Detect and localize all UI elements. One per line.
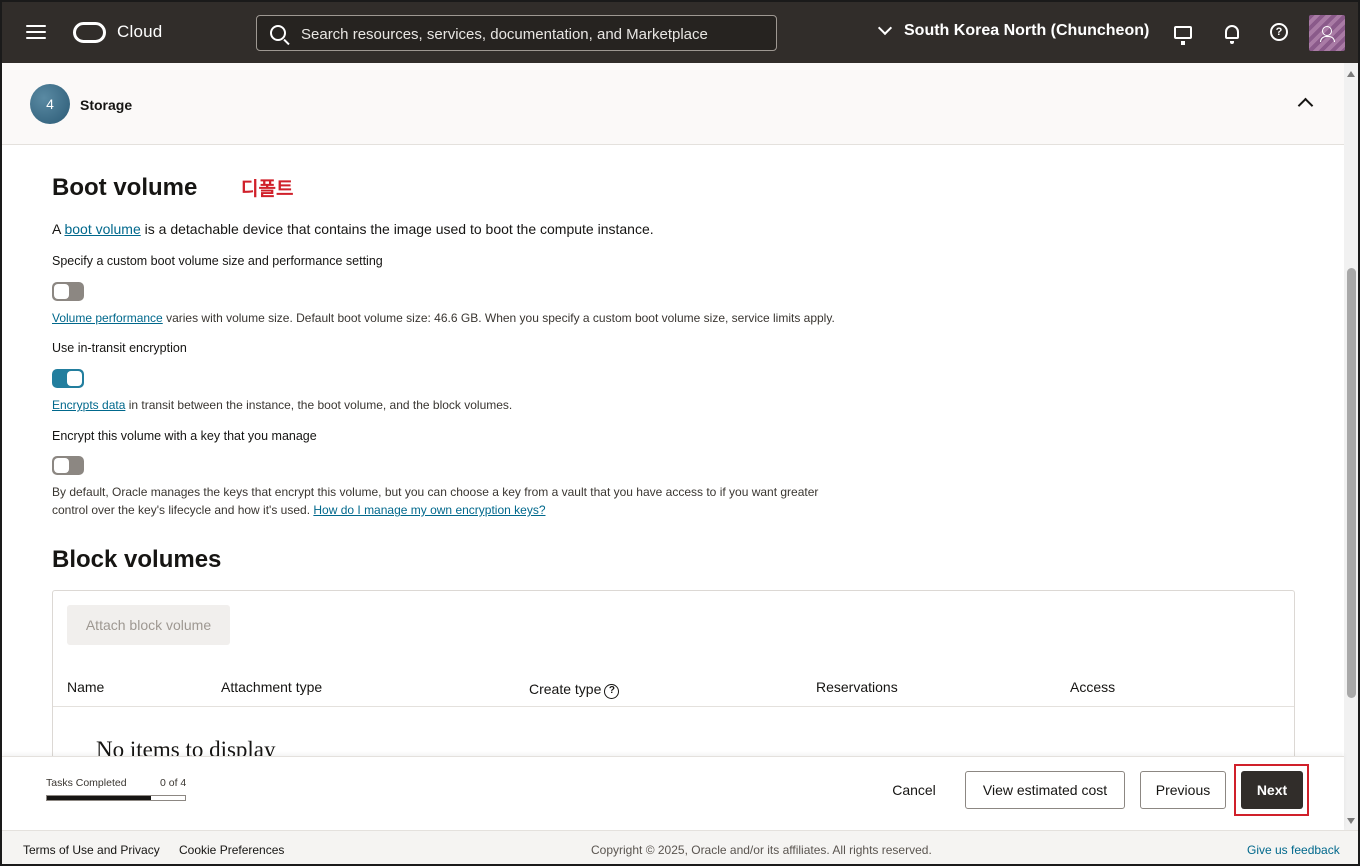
encrypts-help: Encrypts data in transit between the ins… [52,398,512,412]
user-icon [1320,26,1335,42]
avatar[interactable] [1309,15,1345,51]
column-header-name[interactable]: Name [67,679,104,695]
tasks-progress-bar [46,795,186,801]
column-header-access[interactable]: Access [1070,679,1115,695]
transit-encryption-label: Use in-transit encryption [52,341,187,355]
cookie-preferences-link[interactable]: Cookie Preferences [179,843,284,857]
custom-size-label: Specify a custom boot volume size and pe… [52,254,383,268]
attach-block-volume-button[interactable]: Attach block volume [67,605,230,645]
region-selector[interactable]: South Korea North (Chuncheon) [876,20,1150,40]
storage-section-header[interactable]: 4 Storage [2,63,1344,145]
column-header-attachment-type[interactable]: Attachment type [221,679,322,695]
own-key-toggle[interactable] [52,456,84,475]
manage-keys-link[interactable]: How do I manage my own encryption keys? [313,503,545,517]
own-key-label: Encrypt this volume with a key that you … [52,429,317,443]
bell-icon[interactable] [1222,22,1242,44]
vertical-scrollbar[interactable] [1344,63,1358,830]
column-header-reservations[interactable]: Reservations [816,679,898,695]
step-badge: 4 [30,84,70,124]
scrollbar-thumb[interactable] [1347,268,1356,698]
intro-suffix: is a detachable device that contains the… [140,221,654,237]
block-volumes-heading: Block volumes [52,546,222,573]
tasks-completed-count: 0 of 4 [160,777,187,789]
chevron-down-icon [877,20,893,36]
block-volumes-table: Attach block volume Name Attachment type… [52,590,1295,762]
feedback-link[interactable]: Give us feedback [1247,843,1340,857]
cancel-button[interactable]: Cancel [878,771,950,809]
copyright-text: Copyright © 2025, Oracle and/or its affi… [591,843,932,857]
boot-volume-heading: Boot volume [52,174,198,201]
logo-text[interactable]: Cloud [117,22,162,42]
create-type-label: Create type [529,681,602,697]
cloud-shell-icon[interactable] [1173,22,1193,45]
custom-size-toggle[interactable] [52,282,84,301]
menu-icon[interactable] [26,25,46,39]
region-label: South Korea North (Chuncheon) [904,22,1150,39]
transit-encryption-toggle[interactable] [52,369,84,388]
terms-link[interactable]: Terms of Use and Privacy [23,843,160,857]
column-header-create-type[interactable]: Create type? [529,681,620,699]
performance-help: Volume performance varies with volume si… [52,311,835,325]
table-header-row: Name Attachment type Create type? Reserv… [53,669,1294,707]
boot-volume-link[interactable]: boot volume [64,221,140,237]
view-estimated-cost-button[interactable]: View estimated cost [965,771,1125,809]
help-icon[interactable]: ? [1269,22,1289,42]
chevron-up-icon[interactable] [1297,97,1314,114]
encrypts-data-link[interactable]: Encrypts data [52,398,125,412]
section-title: Storage [80,97,133,113]
scroll-down-arrow[interactable] [1347,818,1355,824]
annotation-default: 디폴트 [241,178,294,200]
tasks-completed-label: Tasks Completed [46,777,127,789]
search-icon [270,25,286,41]
search-box[interactable] [256,15,777,51]
boot-volume-intro: A boot volume is a detachable device tha… [52,221,654,237]
intro-prefix: A [52,221,65,237]
help-circle-icon[interactable]: ? [604,684,620,699]
own-key-help: By default, Oracle manages the keys that… [52,483,852,519]
oracle-logo[interactable] [73,22,106,43]
top-navigation-bar: Cloud South Korea North (Chuncheon) ? [0,0,1360,63]
page-footer: Terms of Use and Privacy Cookie Preferen… [0,830,1360,866]
wizard-action-bar: Tasks Completed 0 of 4 Cancel View estim… [2,756,1344,830]
progress-fill [47,796,151,800]
volume-performance-link[interactable]: Volume performance [52,311,163,325]
search-input[interactable] [301,23,761,45]
scroll-up-arrow[interactable] [1347,71,1355,77]
performance-text: varies with volume size. Default boot vo… [162,311,835,325]
encrypts-text: in transit between the instance, the boo… [125,398,513,412]
next-button-highlight [1234,764,1309,816]
previous-button[interactable]: Previous [1140,771,1226,809]
